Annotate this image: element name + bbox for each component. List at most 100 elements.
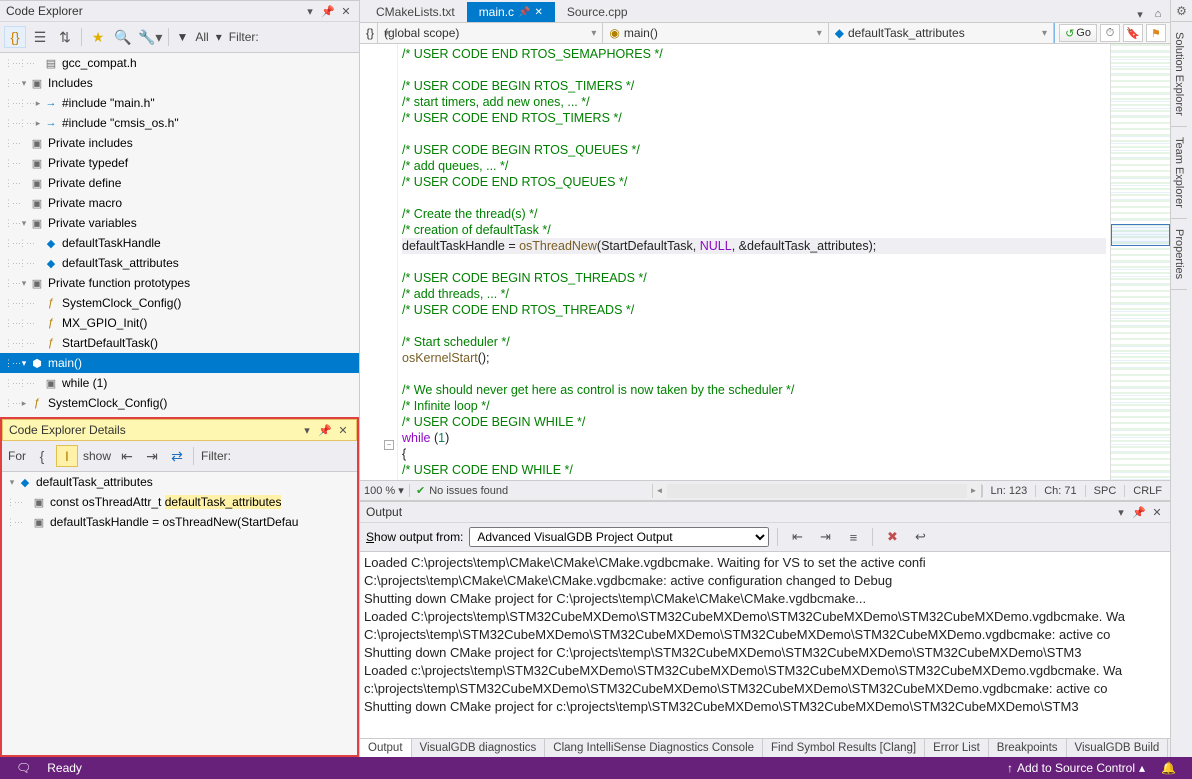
output-text[interactable]: Loaded C:\projects\temp\CMake\CMake\CMak… — [360, 552, 1170, 738]
tree-item[interactable]: ⋮⋯⋮⋯◆defaultTaskHandle — [0, 233, 359, 253]
tree-item[interactable]: ⋮⋯⋮⋯▸→#include "cmsis_os.h" — [0, 113, 359, 133]
tree-item[interactable]: ⋮⋯▾▣Includes — [0, 73, 359, 93]
indent-right-icon[interactable]: ⇥ — [814, 526, 836, 548]
wrench-icon[interactable]: 🔧▾ — [137, 26, 163, 48]
output-title-text: Output — [366, 505, 402, 519]
tree-item[interactable]: ⋮⋯▣Private typedef — [0, 153, 359, 173]
dropdown-icon[interactable]: ▾ — [300, 423, 314, 437]
tool-window-tab[interactable]: Team Explorer — [1171, 127, 1187, 219]
zoom-level[interactable]: 100 % ▾ — [360, 484, 410, 497]
line-ending[interactable]: CRLF — [1124, 485, 1170, 497]
indent-left-icon[interactable]: ⇤ — [116, 445, 138, 467]
output-tab[interactable]: Clang IntelliSense Diagnostics Console — [545, 739, 763, 757]
tree-item[interactable]: ▾◆defaultTask_attributes — [2, 472, 357, 492]
dropdown-icon[interactable]: ▾ — [303, 4, 317, 18]
output-tab[interactable]: Breakpoints — [989, 739, 1067, 757]
minimap[interactable] — [1110, 44, 1170, 480]
output-title: Output ▾ 📌 ✕ — [360, 501, 1170, 523]
close-icon[interactable]: ✕ — [1150, 505, 1164, 519]
brace-icon[interactable]: { — [31, 445, 53, 467]
tree-item[interactable]: ⋮⋯▾▣Private variables — [0, 213, 359, 233]
horizontal-scrollbar[interactable] — [652, 484, 982, 498]
feedback-icon[interactable]: 🗨 — [8, 761, 39, 775]
nav-symbol-combo[interactable]: ◆defaultTask_attributes — [829, 23, 1054, 43]
output-tab[interactable]: VisualGDB Build — [1067, 739, 1169, 757]
nav-go-group: ↺Go ⏱ 🔖 ⚑ — [1054, 23, 1170, 43]
tab-home-icon[interactable]: ⌂ — [1150, 6, 1166, 22]
flag-icon[interactable]: ⚑ — [1146, 24, 1166, 42]
close-icon[interactable]: ✕ — [336, 423, 350, 437]
tree-item[interactable]: ⋮⋯▣Private define — [0, 173, 359, 193]
indent-right-icon[interactable]: ⇥ — [141, 445, 163, 467]
nav-func-combo[interactable]: ◉main() — [603, 23, 828, 43]
nav-scope-combo[interactable]: (global scope) — [378, 23, 603, 43]
tree-item[interactable]: ⋮⋯⋮⋯ƒStartDefaultTask() — [0, 333, 359, 353]
pin-icon[interactable]: 📌 — [318, 423, 332, 437]
filter-all-label[interactable]: All — [193, 30, 210, 44]
gear-icon[interactable]: ⚙ — [1171, 0, 1192, 22]
swap-icon[interactable]: ⇄ — [166, 445, 188, 467]
code-explorer-tree[interactable]: ⋮⋯⋮⋯▤gcc_compat.h⋮⋯▾▣Includes⋮⋯⋮⋯▸→#incl… — [0, 53, 359, 417]
indent-left-icon[interactable]: ⇤ — [786, 526, 808, 548]
pin-icon[interactable]: 📌 — [1132, 505, 1146, 519]
tree-item[interactable]: ⋮⋯⋮⋯ƒMX_GPIO_Init() — [0, 313, 359, 333]
tree-item[interactable]: ⋮⋯▸ƒSystemClock_Config() — [0, 393, 359, 413]
search-icon[interactable]: 🔍 — [112, 26, 134, 48]
output-tab[interactable]: Output — [360, 739, 412, 757]
filter-input[interactable] — [264, 28, 344, 46]
align-left-icon[interactable]: ≡ — [842, 526, 864, 548]
tree-item[interactable]: ⋮⋯⋮⋯ƒSystemClock_Config() — [0, 293, 359, 313]
star-icon[interactable]: ★ — [87, 26, 109, 48]
details-toolbar: For { I show ⇤ ⇥ ⇄ Filter: — [2, 441, 357, 472]
details-filter-input[interactable] — [236, 447, 316, 465]
tree-item[interactable]: ⋮⋯⋮⋯▸→#include "main.h" — [0, 93, 359, 113]
output-source-select[interactable]: Advanced VisualGDB Project Output — [469, 527, 769, 547]
document-tab[interactable]: main.c📌✕ — [467, 2, 555, 22]
cursor-char[interactable]: Ch: 71 — [1035, 485, 1084, 497]
details-title: Code Explorer Details ▾ 📌 ✕ — [2, 419, 357, 441]
notifications-icon[interactable]: 🔔 — [1153, 761, 1184, 775]
group-by-icon[interactable]: {} — [4, 26, 26, 48]
go-button[interactable]: ↺Go — [1059, 24, 1097, 42]
toggle-wrap-icon[interactable]: ↩ — [909, 526, 931, 548]
filter-funnel-icon[interactable]: ▼ — [174, 30, 190, 44]
bookmark-icon[interactable]: 🔖 — [1123, 24, 1143, 42]
output-tab[interactable]: Error List — [925, 739, 989, 757]
tree-item[interactable]: ⋮⋯⋮⋯▤gcc_compat.h — [0, 53, 359, 73]
dropdown-icon[interactable]: ▾ — [1114, 505, 1128, 519]
output-source-label: Show output from: — [366, 530, 463, 544]
close-icon[interactable]: ✕ — [339, 4, 353, 18]
history-back-icon[interactable]: ⏱ — [1100, 24, 1120, 42]
code-explorer-title: Code Explorer ▾ 📌 ✕ — [0, 0, 359, 22]
tree-item[interactable]: ⋮⋯▣Private macro — [0, 193, 359, 213]
clear-icon[interactable]: ✖ — [881, 526, 903, 548]
details-tree[interactable]: ▾◆defaultTask_attributes⋮⋯▣const osThrea… — [2, 472, 357, 755]
document-tab[interactable]: CMakeLists.txt — [364, 2, 467, 22]
list-icon[interactable]: ☰ — [29, 26, 51, 48]
tree-item[interactable]: ⋮⋯⋮⋯▣while (1) — [0, 373, 359, 393]
output-tab[interactable]: Find Symbol Results [Clang] — [763, 739, 925, 757]
tool-window-tab[interactable]: Solution Explorer — [1171, 22, 1187, 127]
tree-item[interactable]: ⋮⋯▾▣Private function prototypes — [0, 273, 359, 293]
pin-icon[interactable]: 📌 — [321, 4, 335, 18]
tool-window-tab[interactable]: Properties — [1171, 219, 1187, 290]
editor-status-bar: 100 % ▾ ✔No issues found Ln: 123 Ch: 71 … — [360, 480, 1170, 500]
document-tab[interactable]: Source.cpp — [555, 2, 640, 22]
code-editor[interactable]: − /* USER CODE END RTOS_SEMAPHORES */ /*… — [360, 44, 1170, 480]
nav-scope-icon[interactable]: {} — [360, 23, 378, 43]
tree-item[interactable]: ⋮⋯▣const osThreadAttr_t defaultTask_attr… — [2, 492, 357, 512]
tree-item[interactable]: ⋮⋯▣Private includes — [0, 133, 359, 153]
cursor-line[interactable]: Ln: 123 — [982, 485, 1036, 497]
tab-overflow-icon[interactable]: ▾ — [1132, 6, 1148, 22]
sort-icon[interactable]: ⇅ — [54, 26, 76, 48]
output-tab[interactable]: VisualGDB diagnostics — [412, 739, 546, 757]
details-show-label: show — [81, 449, 113, 463]
tree-item[interactable]: ⋮⋯⋮⋯◆defaultTask_attributes — [0, 253, 359, 273]
add-source-control[interactable]: ↑ Add to Source Control ▴ — [999, 761, 1153, 775]
text-cursor-icon[interactable]: I — [56, 445, 78, 467]
status-ready: Ready — [39, 761, 90, 775]
tree-item[interactable]: ⋮⋯▾⬢main() — [0, 353, 359, 373]
indent-mode[interactable]: SPC — [1085, 485, 1125, 497]
tree-item[interactable]: ⋮⋯▣defaultTaskHandle = osThreadNew(Start… — [2, 512, 357, 532]
issues-status[interactable]: ✔No issues found — [410, 484, 652, 497]
